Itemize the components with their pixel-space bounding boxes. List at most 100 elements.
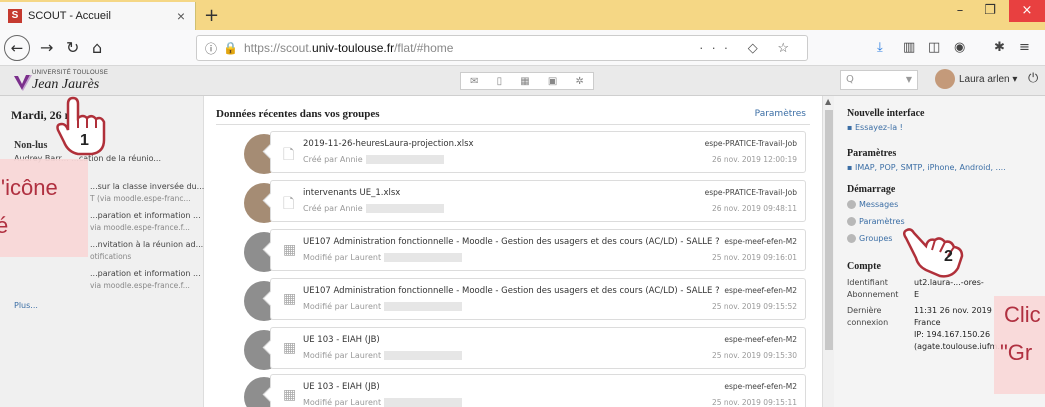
feed-item-author: Créé par Annie bbox=[303, 155, 444, 164]
feed-card[interactable]: ▦ UE 103 - EIAH (JB) Modifié par Laurent… bbox=[270, 374, 806, 407]
pointing-hand-icon bbox=[903, 228, 964, 278]
unread-item-sub: via moodle.espe-france.f... bbox=[90, 223, 190, 232]
search-input[interactable]: Q ▼ bbox=[840, 70, 918, 90]
feed-item-author: Modifié par Laurent bbox=[303, 302, 463, 311]
step-2-number: 2 bbox=[944, 248, 953, 265]
start-heading: Démarrage bbox=[847, 184, 896, 195]
forward-arrow-icon[interactable]: → bbox=[40, 38, 53, 57]
account-heading: Compte bbox=[847, 261, 881, 272]
feed-item-date: 25 nov. 2019 09:15:11 bbox=[711, 398, 797, 407]
menu-icon[interactable]: ≡ bbox=[1019, 40, 1030, 55]
params-heading: Paramètres bbox=[847, 148, 897, 159]
bullet-icon bbox=[847, 217, 856, 226]
feed-item-group: espe-meef-efen-M2 bbox=[724, 382, 797, 391]
feed-item-group: espe-meef-efen-M2 bbox=[724, 286, 797, 295]
home-icon[interactable]: ⌂ bbox=[92, 38, 102, 57]
settings-icon[interactable]: ✲ bbox=[576, 76, 584, 87]
unread-item-sub: T (via moodle.espe-franc... bbox=[90, 194, 191, 203]
feed-item-name[interactable]: UE107 Administration fonctionnelle - Moo… bbox=[303, 237, 720, 247]
reload-icon[interactable]: ↻ bbox=[66, 38, 79, 57]
scroll-thumb[interactable] bbox=[825, 110, 833, 350]
page-actions-icons[interactable]: ··· ◇ ☆ bbox=[699, 40, 797, 56]
file-icon: 🗋 bbox=[283, 147, 295, 163]
search-icon: Q bbox=[846, 74, 854, 85]
file-icon: 🗋 bbox=[283, 196, 295, 212]
feed-card[interactable]: ▦ UE 103 - EIAH (JB) Modifié par Laurent… bbox=[270, 327, 806, 369]
window-close-icon[interactable]: × bbox=[1009, 0, 1045, 22]
feed-item-name[interactable]: UE107 Administration fonctionnelle - Moo… bbox=[303, 286, 720, 296]
account-value: (agate.toulouse.iufm. bbox=[914, 342, 1000, 351]
maximize-icon[interactable]: ❐ bbox=[975, 0, 1005, 22]
new-message-icon[interactable]: ✉ bbox=[470, 76, 478, 87]
calendar-icon: ▦ bbox=[283, 340, 297, 356]
browser-tab[interactable]: S SCOUT - Accueil × bbox=[0, 2, 196, 30]
start-link-messages[interactable]: Messages bbox=[847, 200, 898, 209]
start-link-groups[interactable]: Groupes bbox=[847, 234, 892, 243]
logout-icon[interactable]: ⏻ bbox=[1028, 71, 1038, 86]
feed-card[interactable]: 🗋 intervenants UE_1.xlsx Créé par Annie … bbox=[270, 180, 806, 222]
feed-item[interactable]: ▦ UE 103 - EIAH (JB) Modifié par Laurent… bbox=[204, 327, 822, 377]
scout-header: UNIVERSITÉ TOULOUSE Jean Jaurès ✉ ▯ ▦ ▣ … bbox=[0, 66, 1045, 96]
info-icon[interactable]: ⓘ bbox=[205, 40, 217, 57]
unread-item[interactable]: ...paration et information ... bbox=[90, 269, 201, 278]
more-link[interactable]: Plus... bbox=[14, 301, 38, 310]
callout-right-line2: "Gr bbox=[1000, 340, 1033, 365]
feed-card[interactable]: ▦ UE107 Administration fonctionnelle - M… bbox=[270, 278, 806, 320]
download-icon[interactable]: ⤓ bbox=[877, 40, 883, 55]
tab-close-icon[interactable]: × bbox=[177, 8, 185, 24]
url-prefix: https://scout. bbox=[243, 41, 313, 55]
callout-left-line1: l'icône bbox=[0, 175, 58, 200]
feed-item[interactable]: ▦ UE 103 - EIAH (JB) Modifié par Laurent… bbox=[204, 374, 822, 407]
tab-title: SCOUT - Accueil bbox=[28, 10, 111, 22]
chevron-down-icon[interactable]: ▼ bbox=[906, 71, 912, 89]
new-contact-icon[interactable]: ▣ bbox=[548, 76, 557, 87]
url-bar[interactable]: ⓘ 🔒 https://scout. univ-toulouse.fr/flat/… bbox=[196, 35, 808, 61]
library-icon[interactable]: ▥ bbox=[903, 40, 915, 55]
unread-item[interactable]: ...sur la classe inversée du... bbox=[90, 182, 204, 191]
user-avatar[interactable] bbox=[935, 69, 955, 89]
sidebar-icon[interactable]: ◫ bbox=[928, 40, 940, 55]
feed-item-group: espe-meef-efen-M2 bbox=[724, 335, 797, 344]
feed-item-name[interactable]: 2019-11-26-heuresLaura-projection.xlsx bbox=[303, 139, 474, 149]
unread-item[interactable]: ...paration et information ... bbox=[90, 211, 201, 220]
account-label: connexion bbox=[847, 318, 889, 327]
unread-item[interactable]: ...nvitation à la réunion ad... bbox=[90, 240, 203, 249]
back-arrow-icon[interactable]: ← bbox=[4, 35, 30, 61]
logo-main-text: Jean Jaurès bbox=[32, 77, 100, 92]
main-feed: Données récentes dans vos groupes Paramè… bbox=[204, 96, 822, 407]
user-menu[interactable]: Laura arlen ▾ bbox=[959, 74, 1017, 85]
scroll-up-icon[interactable]: ▲ bbox=[825, 97, 831, 106]
new-tab-button[interactable]: + bbox=[204, 5, 219, 26]
feed-item[interactable]: 🗋 2019-11-26-heuresLaura-projection.xlsx… bbox=[204, 131, 822, 181]
feed-scrollbar[interactable]: ▲ bbox=[822, 96, 834, 407]
new-interface-heading: Nouvelle interface bbox=[847, 108, 925, 119]
new-event-icon[interactable]: ▦ bbox=[520, 76, 529, 87]
university-logo[interactable]: UNIVERSITÉ TOULOUSE Jean Jaurès bbox=[12, 70, 142, 94]
feed-item-date: 25 nov. 2019 09:16:01 bbox=[711, 253, 797, 262]
step-1-number: 1 bbox=[80, 132, 89, 149]
callout-right: Clic "Gr bbox=[994, 296, 1045, 394]
try-it-link[interactable]: ▪ Essayez-la ! bbox=[847, 123, 903, 132]
feed-item[interactable]: ▦ UE107 Administration fonctionnelle - M… bbox=[204, 229, 822, 279]
protocols-link[interactable]: ▪ IMAP, POP, SMTP, iPhone, Android, .... bbox=[847, 163, 1006, 172]
feed-item-name[interactable]: UE 103 - EIAH (JB) bbox=[303, 335, 380, 345]
divider bbox=[216, 124, 810, 125]
callout-left: l'icône é bbox=[0, 159, 88, 257]
minimize-icon[interactable]: – bbox=[945, 0, 975, 22]
feed-item[interactable]: ▦ UE107 Administration fonctionnelle - M… bbox=[204, 278, 822, 328]
account-value: France bbox=[914, 318, 941, 327]
feed-item-name[interactable]: intervenants UE_1.xlsx bbox=[303, 188, 400, 198]
new-document-icon[interactable]: ▯ bbox=[497, 76, 503, 87]
account-icon[interactable]: ◉ bbox=[954, 40, 965, 55]
feed-settings-link[interactable]: Paramètres bbox=[755, 109, 806, 119]
bullet-icon bbox=[847, 234, 856, 243]
start-link-params[interactable]: Paramètres bbox=[847, 217, 905, 226]
feed-item[interactable]: 🗋 intervenants UE_1.xlsx Créé par Annie … bbox=[204, 180, 822, 230]
logo-top-text: UNIVERSITÉ TOULOUSE bbox=[32, 70, 109, 76]
feed-card[interactable]: ▦ UE107 Administration fonctionnelle - M… bbox=[270, 229, 806, 271]
feed-item-name[interactable]: UE 103 - EIAH (JB) bbox=[303, 382, 380, 392]
extension-icon[interactable]: ✱ bbox=[994, 40, 1005, 55]
account-label: Dernière bbox=[847, 306, 882, 315]
feed-card[interactable]: 🗋 2019-11-26-heuresLaura-projection.xlsx… bbox=[270, 131, 806, 173]
feed-item-group: espe-PRATICE-Travail-Job bbox=[704, 188, 797, 197]
